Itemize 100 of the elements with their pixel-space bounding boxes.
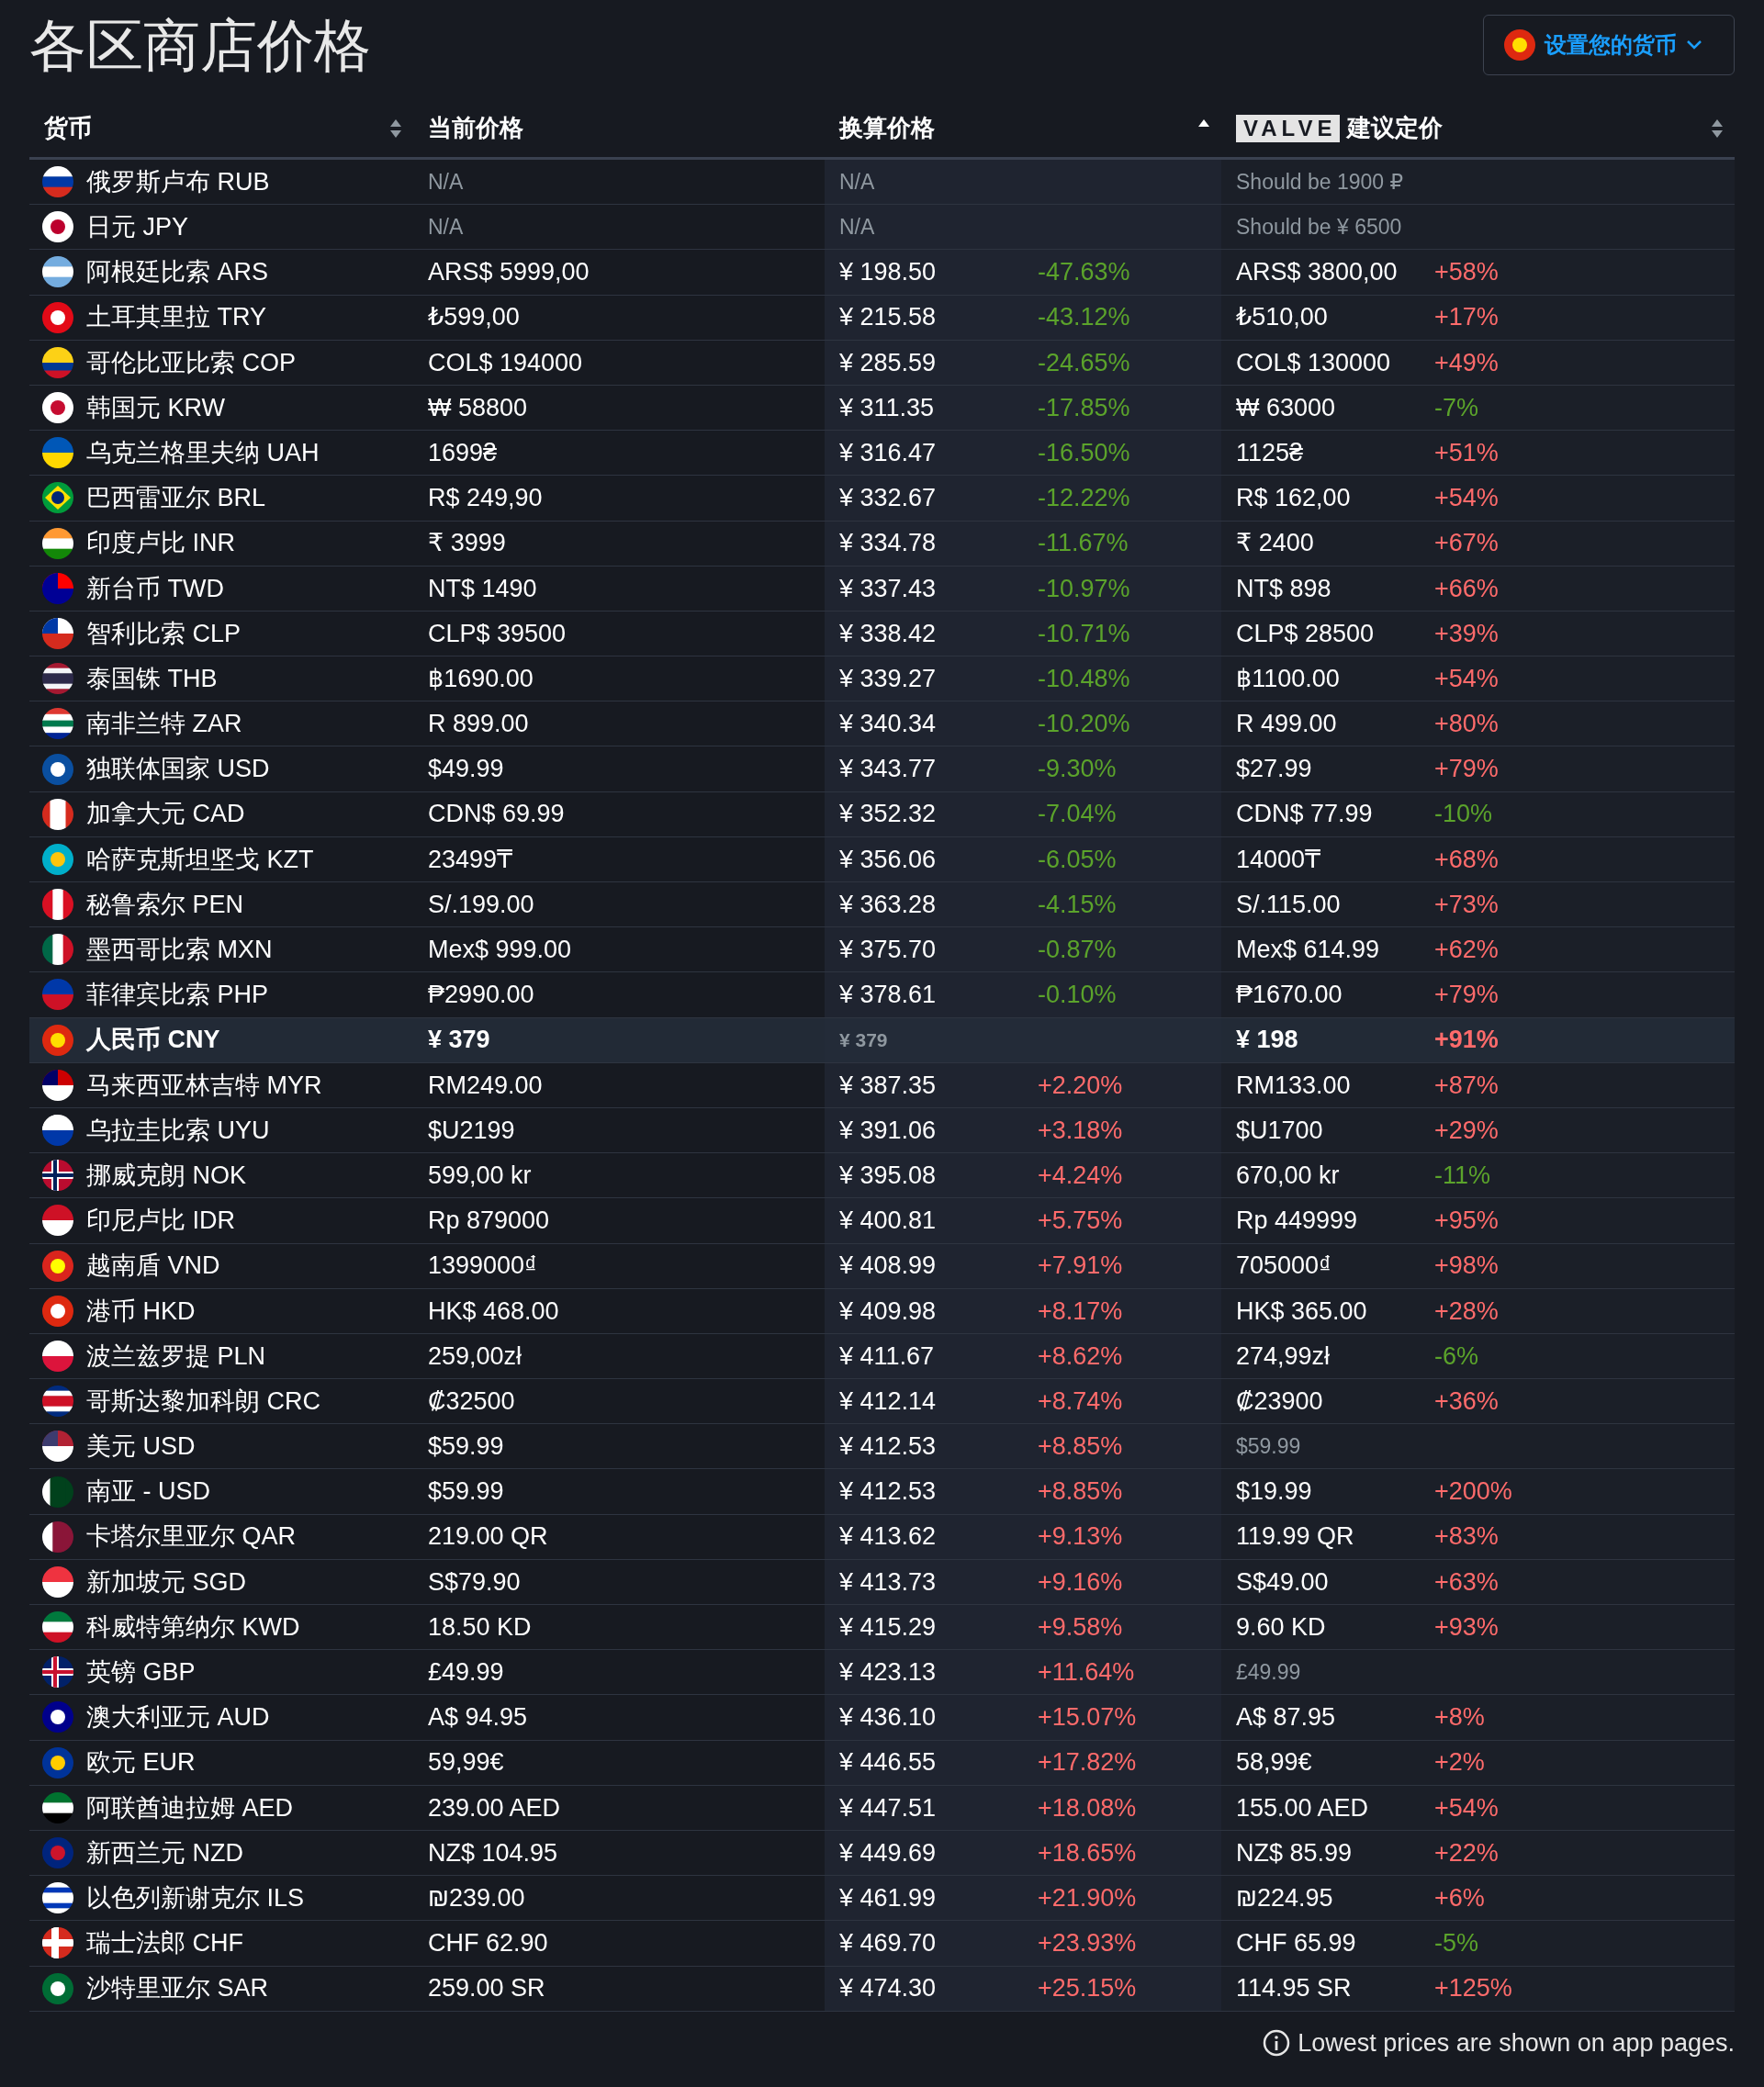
percent-difference: +54%: [1434, 483, 1499, 514]
percent-difference: -11%: [1434, 1160, 1491, 1191]
percent-difference: +93%: [1434, 1611, 1499, 1643]
current-price: ₺599,00: [428, 302, 520, 333]
converted-price: ¥ 411.67: [839, 1341, 936, 1372]
currency-name: 美元 USD: [86, 1431, 196, 1463]
flag-icon: [42, 843, 73, 875]
percent-difference: +8.85%: [1038, 1476, 1123, 1508]
percent-difference: -0.10%: [1038, 980, 1117, 1011]
percent-difference: -7%: [1434, 392, 1478, 423]
current-price: ¥ 379: [428, 1025, 490, 1056]
percent-difference: +39%: [1434, 618, 1499, 649]
flag-icon: [42, 1520, 73, 1553]
currency-name: 新西兰元 NZD: [86, 1837, 243, 1868]
percent-difference: +62%: [1434, 935, 1499, 966]
converted-price: N/A: [839, 168, 876, 196]
currency-name: 以色列新谢克尔 ILS: [86, 1882, 305, 1913]
percent-difference: +9.16%: [1038, 1566, 1123, 1598]
flag-icon: [42, 482, 73, 514]
current-price: £49.99: [428, 1657, 504, 1689]
percent-difference: +28%: [1434, 1296, 1499, 1327]
percent-difference: +91%: [1434, 1025, 1499, 1056]
converted-price: ¥ 340.34: [839, 709, 938, 740]
percent-difference: +98%: [1434, 1251, 1499, 1282]
suggested-price: RM133.00: [1236, 1070, 1352, 1101]
percent-difference: +2.20%: [1038, 1070, 1123, 1101]
currency-name: 日元 JPY: [86, 212, 189, 243]
current-price: NT$ 1490: [428, 573, 537, 604]
percent-difference: +63%: [1434, 1566, 1499, 1598]
suggested-price: S$49.00: [1236, 1566, 1330, 1598]
flag-icon: [42, 1791, 73, 1823]
suggested-price: 119.99 QR: [1236, 1521, 1355, 1553]
currency-name: 巴西雷亚尔 BRL: [86, 483, 266, 514]
percent-difference: -11.67%: [1038, 528, 1129, 559]
current-price: ₩ 58800: [428, 392, 528, 423]
current-price: NZ$ 104.95: [428, 1837, 558, 1868]
suggested-price: R 499.00: [1236, 709, 1338, 740]
converted-price: ¥ 447.51: [839, 1792, 938, 1823]
currency-name: 阿根廷比索 ARS: [86, 257, 269, 288]
converted-price: ¥ 285.59: [839, 347, 938, 378]
suggested-price: CLP$ 28500: [1236, 618, 1376, 649]
percent-difference: -10.20%: [1038, 709, 1130, 740]
column-header[interactable]: 货币: [44, 110, 92, 146]
suggested-price: ₡23900: [1236, 1386, 1324, 1417]
flag-icon: [42, 1882, 73, 1914]
converted-price: ¥ 449.69: [839, 1837, 938, 1868]
converted-price: ¥ 413.73: [839, 1566, 938, 1598]
column-header[interactable]: 换算价格: [839, 110, 935, 146]
flag-icon: [42, 1701, 73, 1734]
flag-icon: [42, 979, 73, 1011]
current-price: S$79.90: [428, 1566, 521, 1598]
converted-price: ¥ 198.50: [839, 257, 938, 288]
suggested-price: Rp 449999: [1236, 1206, 1359, 1237]
suggested-price: COL$ 130000: [1236, 347, 1392, 378]
converted-price: ¥ 339.27: [839, 663, 938, 694]
currency-name: 墨西哥比索 MXN: [86, 935, 273, 966]
percent-difference: +125%: [1434, 1973, 1512, 2004]
current-price: Rp 879000: [428, 1206, 550, 1237]
current-price: ₹ 3999: [428, 528, 506, 559]
flag-icon: [42, 663, 73, 695]
percent-difference: -5%: [1434, 1928, 1478, 1959]
current-price: $59.99: [428, 1431, 504, 1463]
percent-difference: -10.71%: [1038, 618, 1130, 649]
flag-icon: [42, 1927, 73, 1959]
currency-name: 卡塔尔里亚尔 QAR: [86, 1521, 296, 1553]
currency-name: 印尼卢比 IDR: [86, 1206, 235, 1237]
converted-price: ¥ 413.62: [839, 1521, 938, 1553]
currency-name: 阿联酋迪拉姆 AED: [86, 1792, 294, 1823]
current-price: RM249.00: [428, 1070, 543, 1101]
footnote: Lowest prices are shown on app pages.: [1298, 2027, 1735, 2059]
converted-price: ¥ 378.61: [839, 980, 938, 1011]
converted-price: ¥ 391.06: [839, 1115, 938, 1146]
percent-difference: +5.75%: [1038, 1206, 1123, 1237]
converted-price: ¥ 423.13: [839, 1657, 938, 1689]
column-header[interactable]: 建议定价: [1347, 110, 1444, 146]
percent-difference: +21.90%: [1038, 1882, 1137, 1913]
percent-difference: -10.97%: [1038, 573, 1130, 604]
flag-icon: [42, 617, 73, 649]
percent-difference: -0.87%: [1038, 935, 1117, 966]
converted-price: N/A: [839, 214, 876, 241]
percent-difference: +51%: [1434, 437, 1499, 468]
current-price: R 899.00: [428, 709, 529, 740]
converted-price: ¥ 352.32: [839, 799, 938, 830]
currency-name: 新加坡元 SGD: [86, 1566, 246, 1598]
converted-price: ¥ 316.47: [839, 437, 938, 468]
currency-name: 挪威克朗 NOK: [86, 1160, 246, 1191]
column-header[interactable]: 当前价格: [428, 110, 523, 146]
flag-icon: [42, 1205, 73, 1237]
percent-difference: +4.24%: [1038, 1160, 1123, 1191]
suggested-price: 9.60 KD: [1236, 1611, 1327, 1643]
converted-price: ¥ 400.81: [839, 1206, 938, 1237]
set-currency-button[interactable]: 设置您的货币: [1483, 15, 1735, 75]
suggested-price: 705000₫: [1236, 1251, 1332, 1282]
percent-difference: +54%: [1434, 663, 1499, 694]
percent-difference: +67%: [1434, 528, 1499, 559]
suggested-price: NT$ 898: [1236, 573, 1332, 604]
flag-icon: [42, 392, 73, 424]
flag-icon: [42, 346, 73, 378]
flag-icon: [42, 527, 73, 559]
flag-icon: [42, 934, 73, 966]
